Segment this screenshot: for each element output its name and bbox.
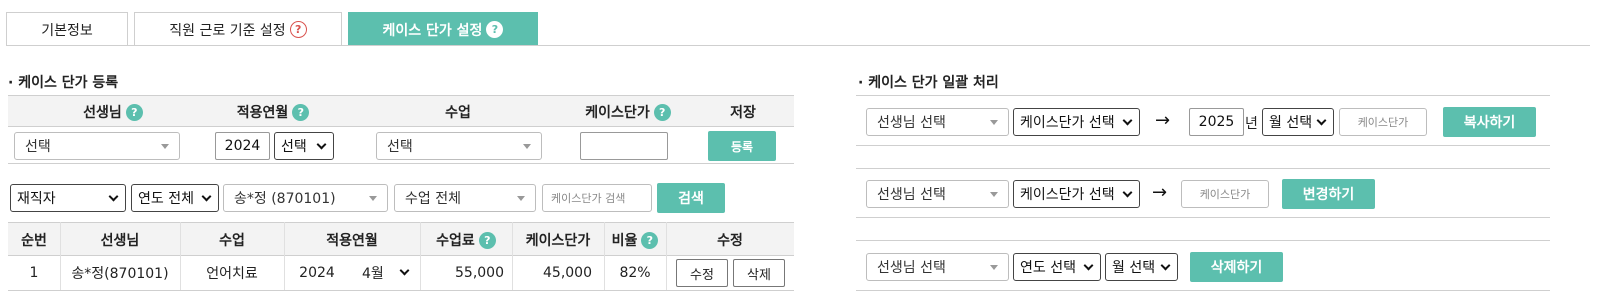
divider: [856, 217, 1550, 218]
tab-bar: 기본정보 직원 근로 기준 설정 ? 케이스 단가 설정 ?: [6, 12, 538, 46]
apply-year-input[interactable]: 2024: [215, 132, 270, 160]
copy-button[interactable]: 복사하기: [1443, 107, 1536, 137]
chevron-down-icon: [1316, 115, 1327, 126]
row-case-price: 45,000: [543, 265, 592, 281]
search-button[interactable]: 검색: [657, 183, 725, 213]
delete-teacher-select[interactable]: 선생님 선택: [866, 253, 1009, 281]
class-filter-select[interactable]: 수업 전체: [394, 184, 536, 212]
edit-button[interactable]: 수정: [676, 259, 728, 287]
register-button[interactable]: 등록: [708, 131, 776, 161]
help-icon[interactable]: ?: [653, 103, 671, 121]
change-price-input[interactable]: 케이스단가: [1181, 180, 1269, 208]
chevron-down-icon: [1083, 260, 1094, 271]
dropdown-caret-icon: [161, 144, 169, 149]
row-no: 1: [29, 265, 39, 281]
copy-month-select[interactable]: 월 선택: [1262, 108, 1334, 136]
col-class: 수업: [219, 233, 245, 249]
chevron-down-icon: [316, 139, 327, 150]
change-button[interactable]: 변경하기: [1282, 179, 1375, 209]
help-icon[interactable]: ?: [641, 231, 659, 249]
header-apply-month: 적용연월 ?: [208, 96, 338, 128]
dropdown-caret-icon: [369, 196, 377, 201]
copy-year-input[interactable]: 2025: [1189, 108, 1244, 136]
help-icon[interactable]: ?: [289, 21, 307, 38]
tab-work-standard[interactable]: 직원 근로 기준 설정 ?: [134, 12, 342, 46]
help-icon[interactable]: ?: [478, 231, 496, 249]
dropdown-caret-icon: [990, 120, 998, 125]
dropdown-caret-icon: [990, 265, 998, 270]
row-class: 언어치료: [206, 266, 258, 282]
tab-case-price[interactable]: 케이스 단가 설정 ?: [348, 12, 538, 46]
tab-label: 케이스 단가 설정: [382, 22, 483, 39]
divider: [8, 290, 794, 291]
divider: [856, 95, 1550, 96]
chevron-down-icon: [201, 191, 212, 202]
register-section-title: · 케이스 단가 등록: [8, 75, 119, 91]
teacher-filter-select[interactable]: 송*정 (870101): [223, 184, 388, 212]
dropdown-caret-icon: [990, 192, 998, 197]
row-fee: 55,000: [455, 265, 504, 281]
teacher-select[interactable]: 선택: [14, 132, 180, 160]
col-ratio: 비율 ?: [604, 223, 666, 257]
copy-price-select[interactable]: 케이스단가 선택: [1013, 108, 1140, 136]
header-teacher: 선생님 ?: [28, 96, 198, 128]
table-header-row: 순번 선생님 수업 적용연월 수업료 ? 케이스단가 비율 ? 수정: [8, 222, 794, 256]
col-no: 순번: [21, 233, 47, 249]
col-edit: 수정: [717, 233, 743, 249]
row-ratio: 82%: [619, 265, 651, 281]
divider: [856, 290, 1550, 291]
header-case-price: 케이스단가 ?: [573, 96, 683, 128]
divider: [856, 240, 1550, 241]
tab-basic-info[interactable]: 기본정보: [6, 12, 128, 46]
change-teacher-select[interactable]: 선생님 선택: [866, 180, 1009, 208]
copy-teacher-select[interactable]: 선생님 선택: [866, 108, 1009, 136]
change-price-select[interactable]: 케이스단가 선택: [1013, 180, 1140, 208]
help-icon[interactable]: ?: [486, 21, 504, 38]
divider: [8, 163, 794, 164]
chevron-down-icon: [399, 265, 410, 276]
divider: [856, 145, 1550, 146]
chevron-down-icon: [108, 191, 119, 202]
bulk-delete-button[interactable]: 삭제하기: [1190, 252, 1283, 282]
help-icon[interactable]: ?: [292, 103, 310, 121]
copy-price-input[interactable]: 케이스단가: [1339, 108, 1427, 136]
help-icon[interactable]: ?: [125, 103, 143, 121]
col-teacher: 선생님: [100, 233, 140, 249]
dropdown-caret-icon: [523, 144, 531, 149]
chevron-down-icon: [1122, 187, 1133, 198]
row-month-select[interactable]: 4월: [352, 259, 418, 287]
col-case-price: 케이스단가: [525, 233, 591, 249]
row-year: 2024: [299, 265, 335, 281]
year-filter-select[interactable]: 연도 전체: [131, 184, 219, 212]
chevron-down-icon: [1160, 260, 1171, 271]
delete-year-select[interactable]: 연도 선택: [1013, 253, 1101, 281]
class-select[interactable]: 선택: [376, 132, 542, 160]
dropdown-caret-icon: [517, 196, 525, 201]
register-header-row: 선생님 ? 적용연월 ? 수업 케이스단가 ? 저장: [8, 95, 794, 127]
col-fee: 수업료 ?: [420, 223, 512, 257]
year-suffix: 년: [1245, 116, 1258, 132]
header-save: 저장: [730, 105, 756, 121]
row-teacher: 송*정(870101): [71, 266, 169, 282]
delete-button[interactable]: 삭제: [733, 259, 785, 287]
delete-month-select[interactable]: 월 선택: [1105, 253, 1178, 281]
arrow-right-icon: →: [1152, 182, 1168, 203]
bulk-section-title: · 케이스 단가 일괄 처리: [858, 75, 999, 91]
col-apply-month: 적용연월: [326, 233, 378, 249]
chevron-down-icon: [1122, 115, 1133, 126]
case-price-input[interactable]: [580, 132, 668, 160]
tab-divider: [6, 45, 1590, 46]
tab-label: 기본정보: [41, 22, 93, 39]
header-class: 수업: [445, 105, 471, 121]
search-input[interactable]: 케이스단가 검색: [542, 184, 652, 212]
arrow-right-icon: →: [1155, 110, 1171, 131]
col-separator: [666, 222, 667, 290]
employment-status-select[interactable]: 재직자: [10, 184, 126, 212]
apply-month-select[interactable]: 선택: [274, 132, 334, 160]
divider: [856, 168, 1550, 169]
tab-label: 직원 근로 기준 설정: [169, 22, 286, 39]
